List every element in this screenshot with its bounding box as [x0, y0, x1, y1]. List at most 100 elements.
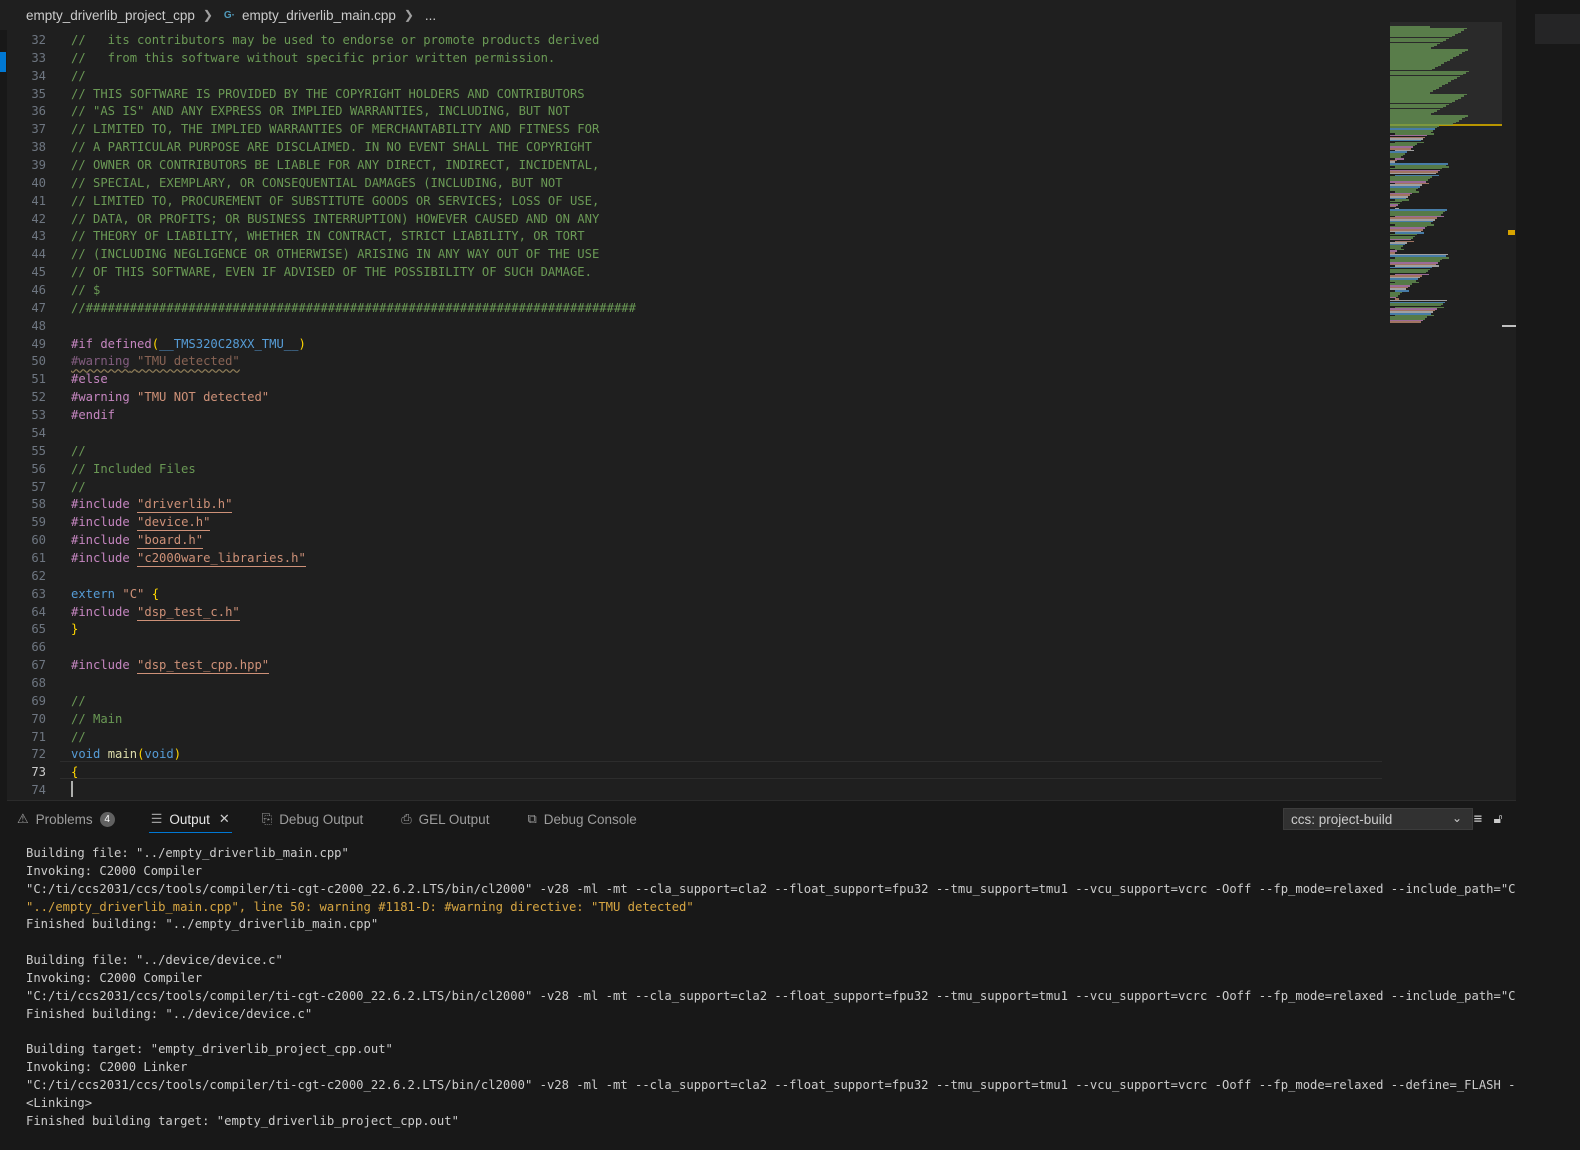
minimap[interactable] — [1390, 22, 1515, 812]
tab-debug-console[interactable]: ⧉ Debug Console — [517, 801, 646, 837]
tab-label: Output — [169, 811, 210, 827]
code-line[interactable]: 62 — [0, 567, 1390, 585]
code-line[interactable]: 54 — [0, 424, 1390, 442]
code-line[interactable]: 45 // OF THIS SOFTWARE, EVEN IF ADVISED O… — [0, 263, 1390, 281]
code-text: #warning "TMU NOT detected" — [71, 390, 270, 405]
code-line[interactable]: 55 // — [0, 442, 1390, 460]
code-line[interactable]: 43 // THEORY OF LIABILITY, WHETHER IN CON… — [0, 227, 1390, 245]
code-line[interactable]: 37 // LIMITED TO, THE IMPLIED WARRANTIES … — [0, 120, 1390, 138]
scrollbar-cursor-marker — [1502, 325, 1516, 327]
tab-debug-output[interactable]: ⎘ Debug Output — [252, 801, 373, 837]
breadcrumb-more[interactable]: ... — [425, 8, 436, 23]
code-line[interactable]: 50 #warning "TMU detected" — [0, 352, 1390, 370]
code-text: // its contributors may be used to endor… — [71, 33, 600, 47]
clear-output-icon[interactable]: ≡ — [1469, 808, 1487, 830]
line-number: 61 — [31, 550, 46, 565]
cpp-file-icon: G· — [223, 9, 236, 21]
line-number: 46 — [31, 283, 46, 298]
line-number: 41 — [31, 193, 46, 208]
code-line[interactable]: 57 // — [0, 478, 1390, 496]
secondary-sidebar-tab[interactable] — [1535, 14, 1580, 44]
code-text: // DATA, OR PROFITS; OR BUSINESS INTERRU… — [71, 211, 600, 226]
line-number: 44 — [31, 247, 46, 262]
code-line[interactable]: 46 // $ — [0, 281, 1390, 299]
line-number: 72 — [31, 747, 46, 762]
output-line: "C:/ti/ccs2031/ccs/tools/compiler/ti-cgt… — [26, 1078, 1516, 1093]
line-number: 59 — [31, 515, 46, 530]
code-line[interactable]: 71 // — [0, 728, 1390, 746]
code-line[interactable]: 60 #include "board.h" — [0, 531, 1390, 550]
code-line[interactable]: 68 — [0, 674, 1390, 692]
gel-output-icon: ⎙ — [401, 811, 412, 826]
tab-label: Problems — [35, 811, 93, 827]
code-line[interactable]: 42 // DATA, OR PROFITS; OR BUSINESS INTER… — [0, 210, 1390, 228]
breadcrumb-file[interactable]: empty_driverlib_main.cpp — [242, 8, 396, 23]
output-line: <Linking> — [26, 1095, 93, 1110]
output-line: Invoking: C2000 Compiler — [26, 970, 203, 985]
code-line[interactable]: 70 // Main — [0, 710, 1390, 728]
tab-label: GEL Output — [418, 811, 490, 827]
code-text: //######################################… — [71, 300, 636, 315]
code-line[interactable]: 65} — [0, 620, 1390, 638]
output-line: "C:/ti/ccs2031/ccs/tools/compiler/ti-cgt… — [26, 881, 1516, 896]
code-line[interactable]: 36 // "AS IS" AND ANY EXPRESS OR IMPLIED … — [0, 102, 1390, 120]
code-editor[interactable]: 32 // its contributors may be used to end… — [0, 30, 1390, 800]
lock-scroll-icon[interactable]: 🔓︎ — [1489, 808, 1507, 830]
code-text: // $ — [71, 283, 101, 298]
code-line[interactable]: 33 // from this software without specific… — [0, 49, 1390, 67]
code-text: // Main — [71, 711, 123, 726]
code-line[interactable]: 38 // A PARTICULAR PURPOSE ARE DISCLAIMED… — [0, 138, 1390, 156]
code-line[interactable]: 51 #else — [0, 370, 1390, 388]
code-line[interactable]: 74 — [0, 781, 1390, 799]
bottom-panel: ⚠ Problems 4 ☰ Output ✕ ⎘ Debug Output ⎙ GEL Outp… — [7, 800, 1516, 1150]
code-text: extern "C" { — [71, 586, 160, 601]
code-line[interactable]: 35 // THIS SOFTWARE IS PROVIDED BY THE CO… — [0, 85, 1390, 103]
breadcrumb-project[interactable]: empty_driverlib_project_cpp — [26, 8, 195, 23]
debug-console-icon: ⧉ — [527, 811, 537, 826]
code-text: #warning "TMU detected" — [71, 354, 240, 369]
code-line[interactable]: 67 #include "dsp_test_cpp.hpp" — [0, 656, 1390, 675]
code-line[interactable]: 44 // (INCLUDING NEGLIGENCE OR OTHERWISE)… — [0, 245, 1390, 263]
code-text: // OWNER OR CONTRIBUTORS BE LIABLE FOR A… — [71, 158, 600, 173]
code-line[interactable]: 53 #endif — [0, 406, 1390, 424]
code-line[interactable]: 32 // its contributors may be used to end… — [0, 31, 1390, 49]
output-icon: ☰ — [150, 811, 163, 826]
code-text: #include "board.h" — [71, 533, 204, 550]
tab-problems[interactable]: ⚠ Problems 4 — [7, 801, 125, 837]
code-line[interactable]: 34 // — [0, 67, 1390, 85]
code-line[interactable]: 63 extern "C" { — [0, 585, 1390, 603]
output-channel-select[interactable]: ccs: project-build ⌄ — [1283, 808, 1473, 830]
code-line[interactable]: 58 #include "driverlib.h" — [0, 495, 1390, 514]
code-line[interactable]: 61 #include "c2000ware_libraries.h" — [0, 549, 1390, 567]
code-line[interactable]: 49 #if defined(__TMS320C28XX_TMU__) — [0, 335, 1390, 353]
output-line: Building file: "../empty_driverlib_main.… — [26, 846, 349, 860]
line-number: 42 — [31, 211, 46, 226]
code-line[interactable]: 59 #include "device.h" — [0, 513, 1390, 532]
line-number: 70 — [31, 711, 46, 726]
debug-output-icon: ⎘ — [261, 811, 273, 826]
line-number: 73 — [31, 765, 46, 780]
code-line[interactable]: 64 #include "dsp_test_c.h" — [0, 603, 1390, 621]
tab-gel-output[interactable]: ⎙ GEL Output — [391, 801, 499, 837]
code-line[interactable]: 56 // Included Files — [0, 460, 1390, 478]
code-line[interactable]: 39 // OWNER OR CONTRIBUTORS BE LIABLE FOR… — [0, 156, 1390, 174]
line-number: 60 — [31, 533, 46, 548]
code-line[interactable]: 47 //####################################… — [0, 299, 1390, 317]
close-icon[interactable]: ✕ — [219, 811, 230, 827]
code-line[interactable]: 48 — [0, 317, 1390, 335]
tab-output[interactable]: ☰ Output ✕ — [141, 801, 240, 837]
code-line[interactable]: 41 // LIMITED TO, PROCUREMENT OF SUBSTITU… — [0, 192, 1390, 210]
text-cursor — [71, 781, 73, 797]
code-line[interactable]: 52 #warning "TMU NOT detected" — [0, 388, 1390, 406]
line-number: 49 — [31, 336, 46, 351]
chevron-right-icon: ❯ — [202, 8, 213, 22]
output-line: Building file: "../device/device.c" — [26, 953, 283, 968]
code-line[interactable]: 40 // SPECIAL, EXEMPLARY, OR CONSEQUENTIA… — [0, 174, 1390, 192]
code-text: #include "dsp_test_cpp.hpp" — [71, 658, 270, 675]
scrollbar-warning-marker — [1508, 230, 1515, 235]
line-number: 36 — [31, 104, 46, 119]
code-line[interactable]: 66 — [0, 638, 1390, 656]
code-line[interactable]: 69 // — [0, 692, 1390, 710]
tab-label: Debug Console — [543, 811, 637, 827]
code-text: #include "device.h" — [71, 515, 211, 532]
